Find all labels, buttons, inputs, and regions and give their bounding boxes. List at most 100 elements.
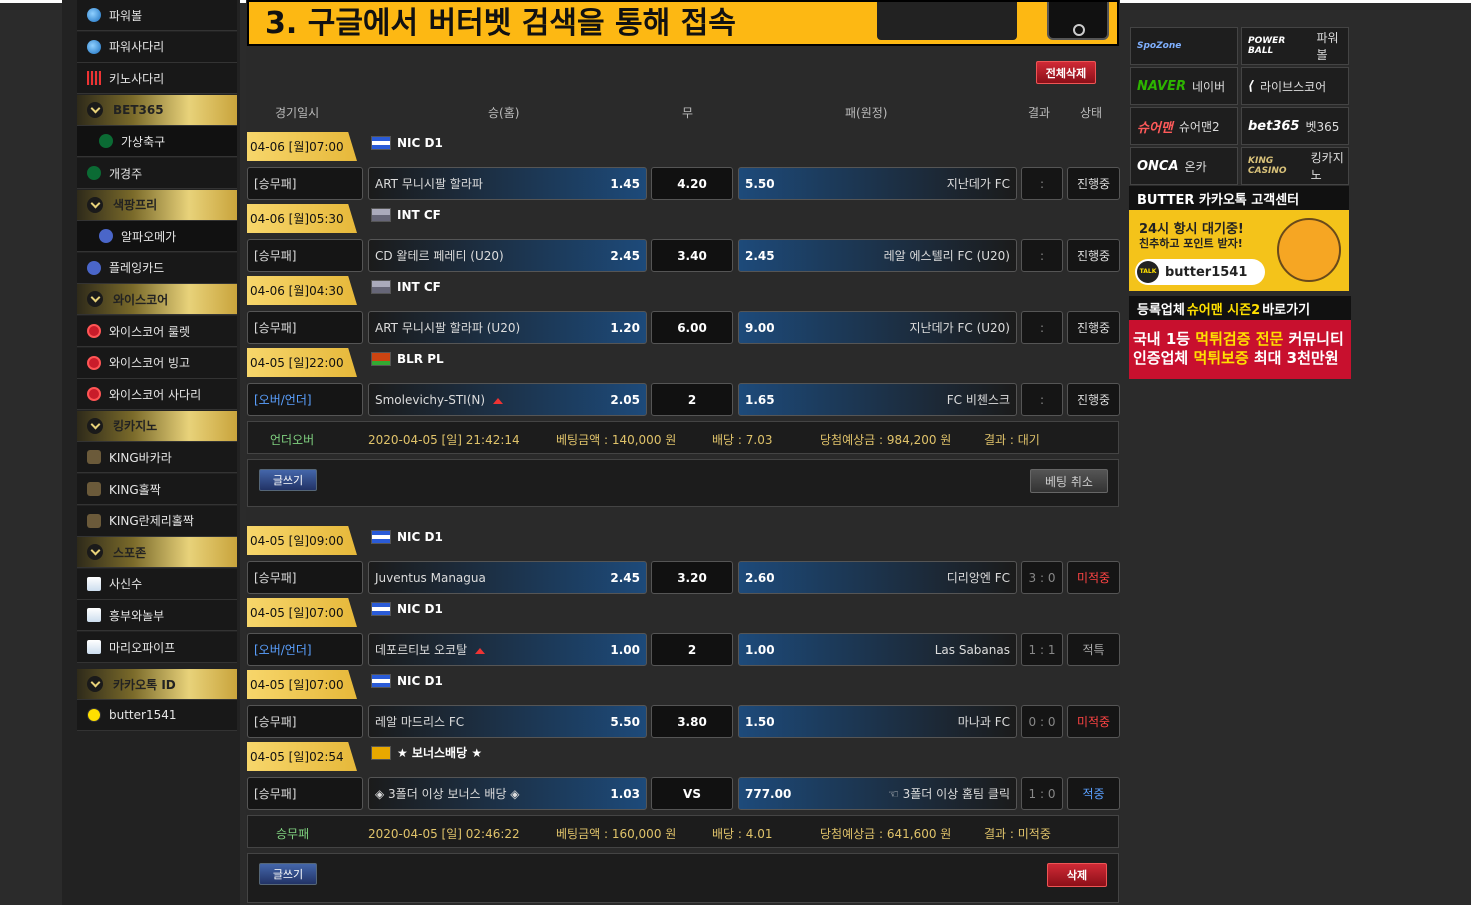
partner-link[interactable]: KING CASINO 킹카지노 [1241, 147, 1349, 185]
draw-odd-button[interactable]: VS [651, 777, 733, 810]
sidebar-item[interactable]: 가상축구 [77, 126, 237, 158]
draw-odd-button[interactable]: 3.40 [651, 239, 733, 272]
col-date: 경기일시 [275, 106, 320, 120]
match-date: 04-05 [일]07:00 [247, 670, 357, 699]
top-banner[interactable]: 3. 구글에서 버터벳 검색을 통해 접속 [247, 0, 1119, 46]
sidebar-item-label: 스포존 [113, 545, 147, 560]
partner-link[interactable]: NAVER 네이버 [1130, 67, 1238, 105]
sidebar-item[interactable]: KING바카라 [77, 442, 237, 474]
away-odd-button[interactable]: 1.50 마나과 FC [738, 705, 1017, 738]
summary-amount: 베팅금액 : 160,000 원 [556, 827, 677, 841]
col-state: 상태 [1080, 106, 1103, 120]
match-date: 04-05 [일]22:00 [247, 348, 357, 377]
home-odd-button[interactable]: ART 무니시팔 할라파 1.45 [368, 167, 647, 200]
sidebar-item[interactable]: 색팡프리 [77, 189, 237, 221]
sidebar-item[interactable]: 개경주 [77, 158, 237, 189]
away-odd-button[interactable]: 1.65 FC 비첸스크 [738, 383, 1017, 416]
sureman-banner[interactable]: 국내 1등 먹튀검증 전문 커뮤니티 인증업체 먹튀보증 최대 3천만원 [1129, 320, 1351, 379]
delete-button[interactable]: 삭제 [1047, 863, 1107, 887]
partner-link[interactable]: SpoZone [1130, 27, 1238, 65]
away-team: 지난데가 FC [946, 177, 1010, 191]
sidebar-item[interactable]: 파워볼 [77, 0, 237, 31]
sidebar-item[interactable]: 와이스코어 룰렛 [77, 316, 237, 347]
summary-expected: 당첨예상금 : 984,200 원 [820, 433, 952, 447]
home-odd-button[interactable]: 데포르티보 오코탈 1.00 [368, 633, 647, 666]
match-date: 04-06 [월]04:30 [247, 276, 357, 305]
sureman-title[interactable]: 등록업체 슈어맨 시즌2 바로가기 [1129, 296, 1351, 320]
sidebar-item-label: 마리오파이프 [109, 640, 176, 655]
bet-summary-1: 언더오버 2020-04-05 [일] 21:42:14 베팅금액 : 140,… [247, 421, 1119, 454]
away-odd-button[interactable]: 777.00 ☜ 3폴더 이상 홈팀 클릭 [738, 777, 1017, 810]
sidebar-item[interactable]: 흥부와놀부 [77, 600, 237, 632]
home-odd-button[interactable]: ◈ 3폴더 이상 보너스 배당 ◈ 1.03 [368, 777, 647, 810]
partner-link[interactable]: 슈어맨 슈어맨2 [1130, 107, 1238, 145]
league-label: INT CF [371, 272, 441, 301]
sidebar-item[interactable]: KING란제리홀짝 [77, 505, 237, 537]
sidebar-item[interactable]: 마리오파이프 [77, 632, 237, 663]
kakao-id: butter1541 [1165, 264, 1248, 280]
league-label: BLR PL [371, 344, 444, 373]
sidebar-item[interactable]: 파워사다리 [77, 31, 237, 63]
away-team: FC 비첸스크 [946, 393, 1010, 407]
away-odd-button[interactable]: 5.50 지난데가 FC [738, 167, 1017, 200]
write-button[interactable]: 글쓰기 [259, 863, 317, 885]
sidebar-item[interactable]: 알파오메가 [77, 221, 237, 253]
partner-logo: ONCA [1137, 158, 1179, 174]
sidebar-item[interactable]: 와이스코어 빙고 [77, 347, 237, 379]
bet-type: [승무패] [247, 777, 363, 810]
home-odd-button[interactable]: ART 무니시팔 할라파 (U20) 1.20 [368, 311, 647, 344]
draw-odd-button[interactable]: 6.00 [651, 311, 733, 344]
away-odd-button[interactable]: 2.45 레알 에스텔리 FC (U20) [738, 239, 1017, 272]
sidebar-item-kakao-id[interactable]: butter1541 [77, 700, 237, 731]
draw-odd-button[interactable]: 2 [651, 383, 733, 416]
sidebar-item[interactable]: 플레잉카드 [77, 252, 237, 284]
draw-odd-button[interactable]: 4.20 [651, 167, 733, 200]
flag-icon [371, 601, 391, 616]
partner-link[interactable]: POWER BALL 파워볼 [1241, 27, 1349, 65]
match-state: 진행중 [1067, 167, 1120, 200]
sidebar-item-kakao[interactable]: 카카오톡 ID [77, 669, 237, 700]
match-result: : [1021, 167, 1063, 200]
away-odd-button[interactable]: 9.00 지난데가 FC (U20) [738, 311, 1017, 344]
league-label: ★ 보너스배당 ★ [371, 738, 482, 767]
draw-odd-button[interactable]: 2 [651, 633, 733, 666]
home-odd-button[interactable]: Smolevichy-STI(N) 2.05 [368, 383, 647, 416]
home-odd: 1.00 [610, 642, 640, 657]
league-label: NIC D1 [371, 666, 443, 695]
sidebar-item[interactable]: 와이스코어 [77, 284, 237, 316]
flag-icon [371, 529, 391, 544]
match-state: 진행중 [1067, 383, 1120, 416]
home-odd-button[interactable]: 레알 마드리스 FC 5.50 [368, 705, 647, 738]
delete-all-button[interactable]: 전체삭제 [1036, 61, 1096, 84]
sidebar-item[interactable]: 킹카지노 [77, 410, 237, 442]
draw-odd-button[interactable]: 3.80 [651, 705, 733, 738]
away-odd-button[interactable]: 1.00 Las Sabanas [738, 633, 1017, 666]
away-odd-button[interactable]: 2.60 디리앙엔 FC [738, 561, 1017, 594]
home-team: Smolevichy-STI(N) [375, 393, 504, 407]
write-button[interactable]: 글쓰기 [259, 469, 317, 491]
away-team: 마나과 FC [957, 715, 1010, 729]
home-team: ◈ 3폴더 이상 보너스 배당 ◈ [375, 787, 520, 801]
sidebar-item[interactable]: BET365 [77, 94, 237, 126]
partner-link[interactable]: ⟨ 라이브스코어 [1241, 67, 1349, 105]
bet365-icon [99, 134, 113, 149]
partner-link[interactable]: ONCA 온카 [1130, 147, 1238, 185]
away-odd: 1.65 [745, 392, 775, 407]
summary-datetime: 2020-04-05 [일] 21:42:14 [368, 433, 520, 447]
cancel-bet-button[interactable]: 베팅 취소 [1030, 469, 1108, 493]
sidebar-item-label: 흥부와놀부 [109, 608, 165, 623]
sidebar-item-label: KING홀짝 [109, 482, 161, 497]
sidebar-item[interactable]: 스포존 [77, 537, 237, 569]
sidebar-item[interactable]: 키노사다리 [77, 63, 237, 95]
kakao-id-pill: TALK butter1541 [1135, 259, 1265, 285]
sidebar-item[interactable]: 사신수 [77, 568, 237, 600]
kakao-banner[interactable]: 24시 항시 대기중! 친추하고 포인트 받자! TALK butter1541 [1129, 210, 1349, 291]
spozone-icon [87, 608, 101, 623]
partner-link[interactable]: bet365 벳365 [1241, 107, 1349, 145]
draw-odd-button[interactable]: 3.20 [651, 561, 733, 594]
sidebar-item[interactable]: 와이스코어 사다리 [77, 379, 237, 411]
home-odd-button[interactable]: Juventus Managua 2.45 [368, 561, 647, 594]
home-odd-button[interactable]: CD 왈테르 페레티 (U20) 2.45 [368, 239, 647, 272]
sidebar-item[interactable]: KING홀짝 [77, 474, 237, 505]
match-result: 1 : 0 [1021, 777, 1063, 810]
